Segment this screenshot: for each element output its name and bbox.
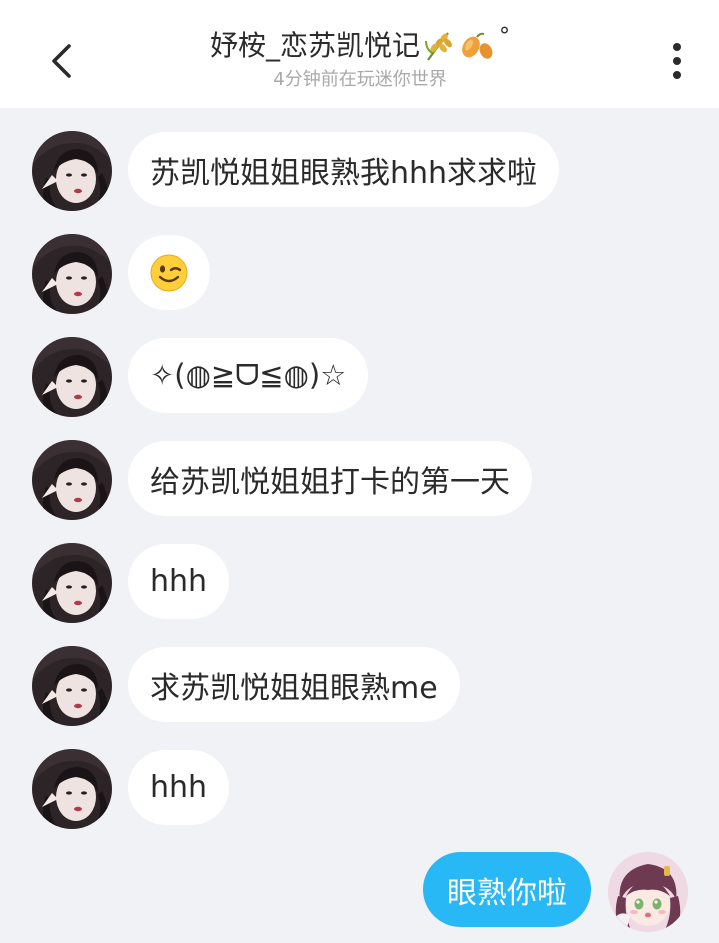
message-row: hhh [0,749,719,829]
my-avatar[interactable] [608,852,688,932]
message-bubble[interactable]: 求苏凯悦姐姐眼熟me [128,647,460,722]
sender-avatar[interactable] [32,543,112,623]
message-row: hhh [0,543,719,623]
chat-header: 妤桉_恋苏凯悦记 ° 4分钟前在玩迷你世界 [0,0,719,108]
sender-avatar[interactable] [32,646,112,726]
more-dot [673,71,681,79]
sweet-potato-icon [458,29,498,63]
my-message-bubble[interactable]: 眼熟你啦 [423,852,591,927]
message-bubble[interactable]: hhh [128,750,230,825]
rice-ear-icon [422,29,456,63]
chat-subtitle: 4分钟前在玩迷你世界 [273,69,447,90]
more-dot [673,57,681,65]
chat-screen: 妤桉_恋苏凯悦记 ° 4分钟前在玩迷你世界 苏凯悦姐姐眼熟我hhh求求啦 ✧(◍… [0,0,719,943]
message-row: ✧(◍≧ᗜ≦◍)☆ [0,337,719,417]
message-row: 😉 [0,234,719,314]
status-bar-remnant [0,0,719,10]
sender-avatar[interactable] [32,131,112,211]
back-arrow-icon [52,44,71,78]
message-bubble[interactable]: hhh [128,544,230,619]
message-row: 给苏凯悦姐姐打卡的第一天 [0,440,719,520]
message-row: 苏凯悦姐姐眼熟我hhh求求啦 [0,131,719,211]
sender-avatar[interactable] [32,440,112,520]
message-bubble[interactable]: 😉 [128,235,210,310]
more-dots-icon [673,43,681,51]
title-block: 妤桉_恋苏凯悦记 ° 4分钟前在玩迷你世界 [120,26,600,92]
message-row: 求苏凯悦姐姐眼熟me [0,646,719,726]
back-button[interactable] [36,38,86,84]
message-bubble[interactable]: 苏凯悦姐姐眼熟我hhh求求啦 [128,132,560,207]
sender-avatar[interactable] [32,337,112,417]
message-bubble[interactable]: 给苏凯悦姐姐打卡的第一天 [128,441,532,516]
winking-face-icon [150,254,188,291]
more-options-button[interactable] [662,40,692,82]
my-message-row: 眼熟你啦 [0,852,719,932]
chat-title-text: 妤桉_恋苏凯悦记 [209,29,420,62]
chat-title: 妤桉_恋苏凯悦记 ° [210,26,510,66]
message-bubble[interactable]: ✧(◍≧ᗜ≦◍)☆ [128,338,369,413]
sender-avatar[interactable] [32,234,112,314]
chat-title-suffix: ° [499,24,510,49]
sender-avatar[interactable] [32,749,112,829]
